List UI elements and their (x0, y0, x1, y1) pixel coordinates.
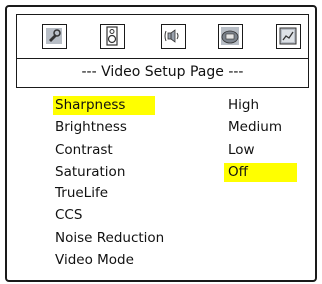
preference-setup-icon[interactable] (276, 24, 301, 49)
page-title: --- Video Setup Page --- (16, 58, 309, 88)
menu-item-sharpness[interactable]: Sharpness (53, 96, 155, 115)
general-setup-icon[interactable] (42, 24, 67, 49)
menu-item-ccs[interactable]: CCS (55, 206, 82, 225)
option-off[interactable]: Off (224, 163, 297, 182)
setup-icon-bar (16, 14, 309, 59)
menu-item-truelife[interactable]: TrueLife (55, 184, 108, 203)
speaker-setup-icon[interactable] (100, 24, 125, 49)
video-setup-icon[interactable] (218, 24, 243, 49)
option-medium[interactable]: Medium (228, 118, 282, 137)
menu-item-brightness[interactable]: Brightness (55, 118, 127, 137)
menu-item-video-mode[interactable]: Video Mode (55, 251, 134, 270)
option-high[interactable]: High (228, 96, 259, 115)
option-low[interactable]: Low (228, 141, 255, 160)
menu-item-contrast[interactable]: Contrast (55, 141, 113, 160)
menu-item-saturation[interactable]: Saturation (55, 163, 125, 182)
menu-item-noise-reduction[interactable]: Noise Reduction (55, 229, 164, 248)
audio-setup-icon[interactable] (161, 24, 186, 49)
